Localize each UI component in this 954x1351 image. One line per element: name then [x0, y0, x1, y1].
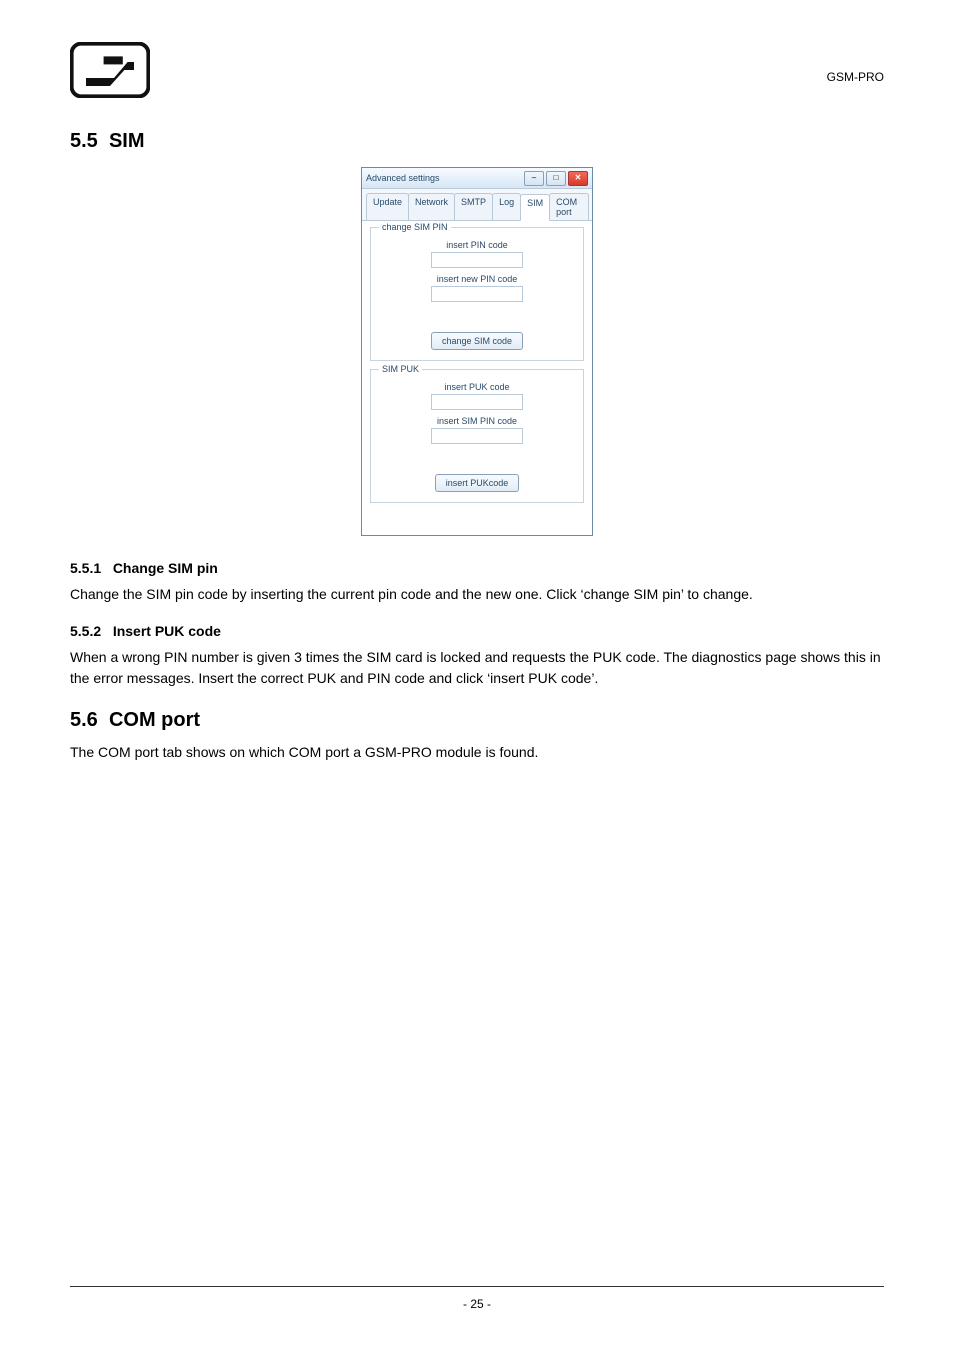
section-5-5-text: SIM [109, 130, 145, 152]
page-number: - 25 - [463, 1297, 491, 1311]
tab-com-port[interactable]: COM port [549, 193, 589, 220]
insert-sim-pin-input[interactable] [431, 428, 523, 444]
maximize-button[interactable]: □ [546, 171, 566, 186]
tab-log[interactable]: Log [492, 193, 521, 220]
insert-puk-input[interactable] [431, 394, 523, 410]
footer-rule [70, 1286, 884, 1287]
insert-pin-input[interactable] [431, 252, 523, 268]
insert-puk-code-button[interactable]: insert PUKcode [435, 474, 520, 492]
section-5-5-1-text: Change SIM pin [113, 560, 218, 576]
section-5-6-text: COM port [109, 709, 200, 731]
tab-smtp[interactable]: SMTP [454, 193, 493, 220]
change-sim-code-button[interactable]: change SIM code [431, 332, 523, 350]
change-sim-pin-legend: change SIM PIN [379, 222, 451, 232]
insert-new-pin-input[interactable] [431, 286, 523, 302]
sim-puk-legend: SIM PUK [379, 364, 422, 374]
section-5-5-2-para: When a wrong PIN number is given 3 times… [70, 647, 884, 689]
insert-puk-label: insert PUK code [379, 382, 575, 392]
section-5-5-num: 5.5 [70, 130, 98, 152]
page-footer: - 25 - [0, 1286, 954, 1311]
window-body: change SIM PIN insert PIN code insert ne… [362, 221, 592, 535]
brand-logo [70, 40, 150, 100]
tab-strip: Update Network SMTP Log SIM COM port [362, 189, 592, 221]
window-controls: – □ ✕ [524, 171, 588, 186]
section-5-5-1-title: 5.5.1 Change SIM pin [70, 560, 884, 576]
window-titlebar: Advanced settings – □ ✕ [362, 168, 592, 189]
section-5-6-title: 5.6 COM port [70, 709, 884, 732]
insert-pin-label: insert PIN code [379, 240, 575, 250]
insert-new-pin-label: insert new PIN code [379, 274, 575, 284]
section-5-5-2-title: 5.5.2 Insert PUK code [70, 623, 884, 639]
tab-sim[interactable]: SIM [520, 194, 550, 221]
window-title: Advanced settings [366, 173, 440, 183]
tab-network[interactable]: Network [408, 193, 455, 220]
section-5-5-2-num: 5.5.2 [70, 623, 101, 639]
section-5-6-num: 5.6 [70, 709, 98, 731]
advanced-settings-window: Advanced settings – □ ✕ Update Network S… [361, 167, 593, 536]
tab-update[interactable]: Update [366, 193, 409, 220]
minimize-button[interactable]: – [524, 171, 544, 186]
section-5-5-1-num: 5.5.1 [70, 560, 101, 576]
section-5-5-1-para: Change the SIM pin code by inserting the… [70, 584, 884, 605]
doc-id: GSM-PRO [827, 40, 884, 84]
section-5-5-title: 5.5 SIM [70, 130, 884, 153]
sim-puk-group: SIM PUK insert PUK code insert SIM PIN c… [370, 369, 584, 503]
close-button[interactable]: ✕ [568, 171, 588, 186]
section-5-6-para: The COM port tab shows on which COM port… [70, 742, 884, 763]
change-sim-pin-group: change SIM PIN insert PIN code insert ne… [370, 227, 584, 361]
section-5-5-2-text: Insert PUK code [113, 623, 221, 639]
insert-sim-pin-label: insert SIM PIN code [379, 416, 575, 426]
